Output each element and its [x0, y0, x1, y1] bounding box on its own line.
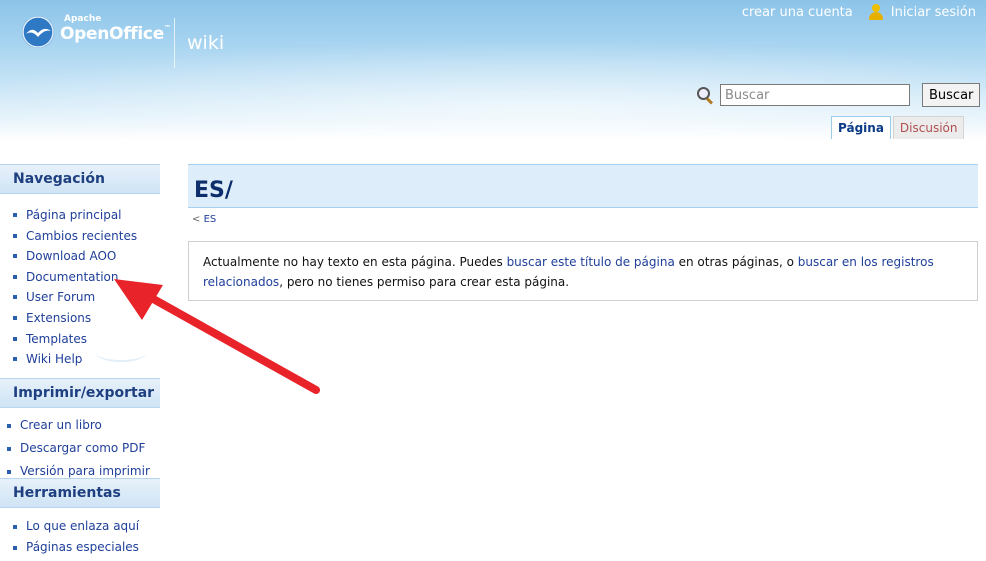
wiki-label: wiki: [187, 32, 225, 54]
search-title-link[interactable]: buscar este título de página: [507, 255, 675, 269]
login-link[interactable]: Iniciar sesión: [891, 5, 976, 20]
search-icon: [696, 86, 714, 105]
print-export-title: Imprimir/exportar: [0, 378, 160, 408]
notice-text-1: Actualmente no hay texto en esta página.…: [203, 255, 507, 269]
templates-link[interactable]: Templates: [26, 332, 87, 346]
sidebar-item-download-pdf: Descargar como PDF: [7, 437, 160, 460]
documentation-link[interactable]: Documentation: [26, 270, 119, 284]
trademark-mark: ™: [163, 24, 171, 32]
sidebar-item-extensions: Extensions: [13, 309, 160, 330]
extensions-link[interactable]: Extensions: [26, 311, 91, 325]
create-account-link[interactable]: crear una cuenta: [742, 5, 853, 20]
title-bar: ES/: [188, 164, 978, 208]
navigation-portlet: Navegación Página principal Cambios reci…: [0, 164, 160, 371]
openoffice-logo[interactable]: Apache OpenOffice™: [20, 14, 171, 58]
sidebar-item-main-page: Página principal: [13, 206, 160, 227]
print-export-list: Crear un libro Descargar como PDF Versió…: [0, 408, 160, 483]
user-forum-link[interactable]: User Forum: [26, 290, 95, 304]
user-icon: [868, 4, 883, 20]
tools-list: Lo que enlaza aquí Páginas especiales: [0, 508, 160, 558]
page-tabs: Página Discusión: [831, 116, 966, 139]
sidebar-item-recent-changes: Cambios recientes: [13, 227, 160, 248]
download-aoo-link[interactable]: Download AOO: [26, 249, 116, 263]
tab-discussion[interactable]: Discusión: [892, 116, 965, 139]
gull-logo-icon: [22, 16, 54, 48]
search-form: Buscar: [696, 83, 981, 107]
sidebar-item-create-book: Crear un libro: [7, 414, 160, 437]
user-links: crear una cuenta Iniciar sesión: [742, 4, 976, 20]
what-links-here-link[interactable]: Lo que enlaza aquí: [26, 519, 139, 533]
logo-main-text: OpenOffice: [60, 24, 164, 44]
sidebar-item-download: Download AOO: [13, 247, 160, 268]
search-input[interactable]: [720, 84, 910, 106]
main-page-link[interactable]: Página principal: [26, 208, 122, 222]
special-pages-link[interactable]: Páginas especiales: [26, 540, 139, 554]
tools-portlet: Herramientas Lo que enlaza aquí Páginas …: [0, 478, 160, 558]
search-button[interactable]: Buscar: [922, 83, 981, 107]
tools-title: Herramientas: [0, 478, 160, 508]
breadcrumb-es-link[interactable]: ES: [204, 214, 217, 225]
no-text-notice: Actualmente no hay texto en esta página.…: [188, 241, 978, 301]
sidebar: Navegación Página principal Cambios reci…: [0, 164, 160, 561]
breadcrumb-arrow: <: [192, 214, 201, 225]
page-title: ES/: [194, 178, 233, 203]
tab-page[interactable]: Página: [831, 116, 891, 139]
notice-text-2: en otras páginas, o: [674, 255, 798, 269]
navigation-title: Navegación: [0, 164, 160, 194]
sidebar-item-documentation: Documentation: [13, 268, 160, 289]
sidebar-item-special-pages: Páginas especiales: [13, 537, 160, 558]
wiki-help-link[interactable]: Wiki Help: [26, 352, 82, 366]
download-pdf-link[interactable]: Descargar como PDF: [20, 441, 145, 455]
print-export-portlet: Imprimir/exportar Crear un libro Descarg…: [0, 378, 160, 483]
recent-changes-link[interactable]: Cambios recientes: [26, 229, 137, 243]
printable-version-link[interactable]: Versión para imprimir: [20, 464, 150, 478]
site-header: Apache OpenOffice™ wiki crear una cuenta…: [0, 0, 986, 140]
sidebar-item-what-links-here: Lo que enlaza aquí: [13, 516, 160, 537]
logo-apache-text: Apache: [64, 14, 102, 24]
sidebar-item-user-forum: User Forum: [13, 288, 160, 309]
sidebar-watermark-decoration: [96, 344, 146, 362]
breadcrumb: < ES: [188, 208, 978, 225]
main-content: ES/ < ES Actualmente no hay texto en est…: [188, 164, 978, 301]
header-divider: [174, 18, 175, 68]
logo-openoffice-text: OpenOffice™: [60, 24, 171, 44]
create-book-link[interactable]: Crear un libro: [20, 418, 102, 432]
notice-text-3: , pero no tienes permiso para crear esta…: [279, 275, 570, 289]
